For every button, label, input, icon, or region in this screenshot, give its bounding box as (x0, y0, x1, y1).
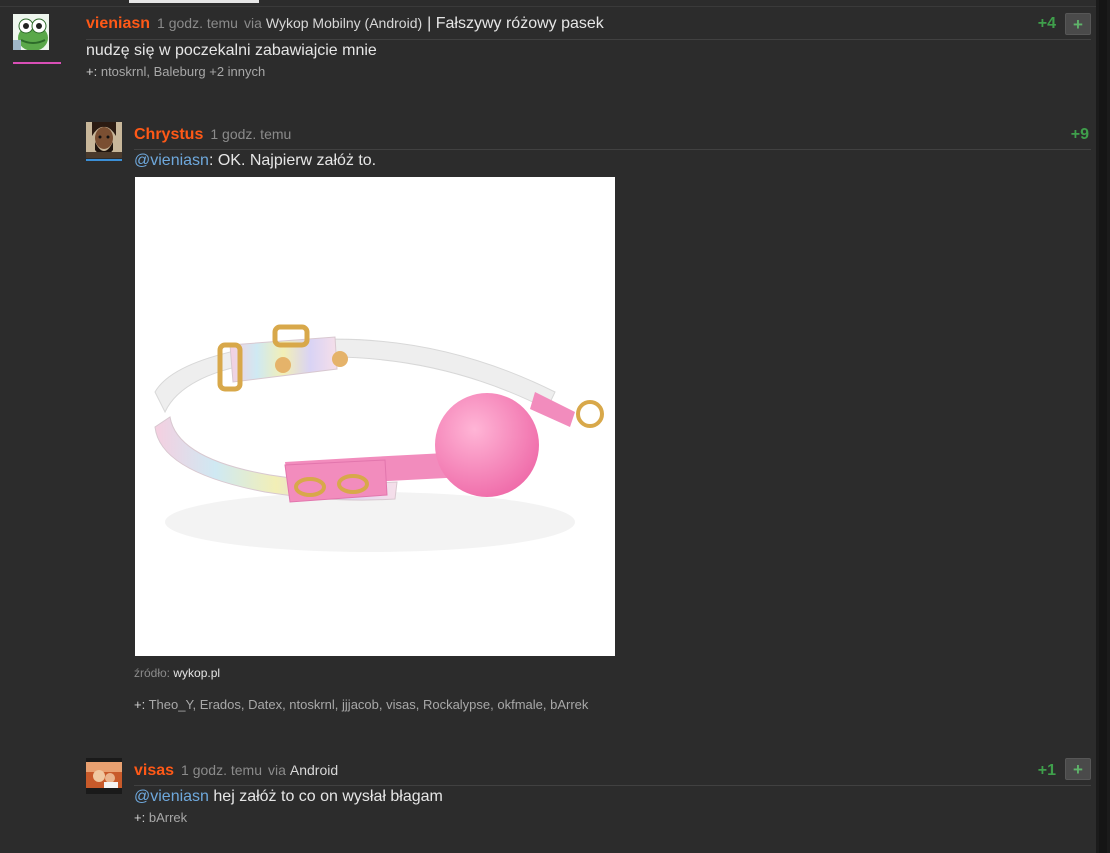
avatar[interactable] (86, 122, 122, 158)
scrollbar-thumb[interactable] (1099, 0, 1107, 853)
comment-body: @vieniasn: OK. Najpierw załóż to. (134, 152, 376, 170)
author-nick[interactable]: visas (134, 762, 174, 780)
frog-avatar-icon (13, 14, 49, 50)
plus-icon: + (1073, 760, 1083, 779)
header-divider (134, 785, 1091, 786)
avatar[interactable] (86, 758, 122, 794)
scrollbar[interactable] (1096, 0, 1110, 853)
author-nick[interactable]: Chrystus (134, 126, 203, 144)
voters-label: +: (134, 810, 146, 825)
source-label: źródło: (134, 666, 171, 680)
active-tab-indicator[interactable] (129, 0, 259, 3)
entry-body: nudzę się w poczekalni zabawiajcie mnie (86, 42, 377, 59)
via-app-link[interactable]: Android (290, 762, 338, 778)
comment-score: +1 (1037, 762, 1056, 779)
entry-score: +4 (1037, 15, 1056, 32)
entry-time[interactable]: 1 godz. temu (157, 15, 238, 31)
header-divider (134, 149, 1091, 150)
comment-time[interactable]: 1 godz. temu (210, 126, 291, 142)
mention-link[interactable]: @vieniasn (134, 152, 209, 169)
voters-list[interactable]: Theo_Y, Erados, Datex, ntoskrnl, jjjacob… (149, 697, 589, 712)
author-nick[interactable]: vieniasn (86, 15, 150, 33)
mention-link[interactable]: @vieniasn (134, 788, 209, 805)
header-divider (86, 39, 1091, 40)
entry-extra-text: | Fałszywy różowy pasek (427, 15, 604, 32)
embedded-image[interactable] (135, 177, 615, 656)
comment-text: hej załóż to co on wysłał błagam (208, 788, 443, 805)
voters-list[interactable]: bArrek (149, 810, 187, 825)
ball-gag-image (154, 324, 604, 552)
plus-icon: + (1073, 15, 1083, 34)
comment-score: +9 (1070, 126, 1089, 143)
top-divider (0, 6, 1096, 7)
plus-button[interactable]: + (1065, 758, 1091, 780)
entry-voters: +: ntoskrnl, Baleburg +2 innych (86, 64, 265, 79)
via-app-link[interactable]: Wykop Mobilny (Android) (266, 15, 422, 31)
via-label: via (243, 15, 262, 31)
avatar-gender-line (86, 159, 122, 161)
photo-avatar-icon (86, 758, 122, 794)
plus-button[interactable]: + (1065, 13, 1091, 35)
image-source: źródło: wykop.pl (134, 666, 220, 680)
source-link[interactable]: wykop.pl (173, 666, 220, 680)
comment-text: : OK. Najpierw załóż to. (208, 152, 377, 169)
comment-voters: +: bArrek (134, 810, 187, 825)
avatar[interactable] (13, 14, 49, 50)
bearded-man-avatar-icon (86, 122, 122, 158)
comment-voters: +: Theo_Y, Erados, Datex, ntoskrnl, jjja… (134, 697, 588, 712)
comment-body: @vieniasn hej załóż to co on wysłał błag… (134, 788, 443, 806)
avatar-gender-line (13, 62, 61, 64)
comment-header: visas 1 godz. temu via Android (134, 762, 338, 780)
voters-list[interactable]: ntoskrnl, Baleburg +2 innych (101, 64, 265, 79)
comment-time[interactable]: 1 godz. temu (181, 762, 262, 778)
via-label: via (267, 762, 286, 778)
voters-label: +: (134, 697, 146, 712)
comment-header: Chrystus 1 godz. temu (134, 126, 291, 144)
entry-header: vieniasn 1 godz. temu via Wykop Mobilny … (86, 15, 604, 33)
voters-label: +: (86, 64, 98, 79)
